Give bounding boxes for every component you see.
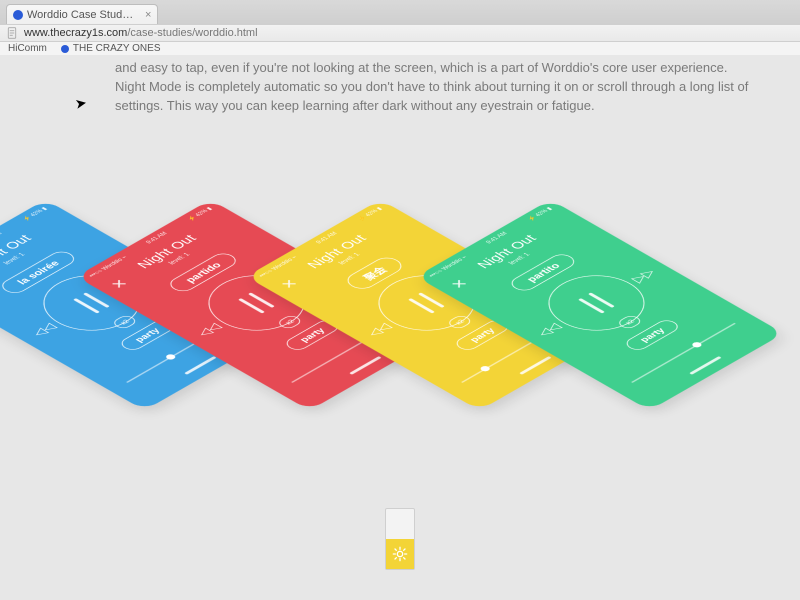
home-indicator [519,356,552,375]
slider-knob[interactable] [165,353,178,360]
bookmark-label: THE CRAZY ONES [73,43,161,54]
home-indicator [349,356,382,375]
browser-chrome: Worddio Case Study – The × www.thecrazy1… [0,0,800,55]
tab-bar: Worddio Case Study – The × [0,0,800,24]
page-content: ➤ and easy to tap, even if you're not lo… [0,55,800,600]
tab-title: Worddio Case Study – The [27,9,137,21]
pause-icon [578,292,615,313]
slider-knob[interactable] [479,365,492,372]
toggle-night-half[interactable] [386,509,414,539]
pause-icon [408,292,445,313]
address-bar[interactable]: www.thecrazy1s.com/case-studies/worddio.… [0,24,800,42]
browser-tab[interactable]: Worddio Case Study – The × [6,4,158,24]
page-icon [6,27,18,39]
url-text: www.thecrazy1s.com/case-studies/worddio.… [24,27,258,39]
prev-icon[interactable]: ◁◁ [29,321,61,339]
next-icon[interactable]: ▷▷ [628,267,660,285]
bookmark-label: HiComm [8,43,47,54]
isometric-stage: •••○○ Worddio ⌁ 9:41 AM ⚡ 42% ▮ ✕ Night … [0,140,800,480]
status-time: 9:41 AM [315,231,339,245]
prev-icon[interactable]: ◁◁ [534,321,566,339]
pause-icon [238,292,275,313]
url-path: /case-studies/worddio.html [127,27,257,39]
home-indicator [689,356,722,375]
status-time: 9:41 AM [485,231,509,245]
tab-close-icon[interactable]: × [145,9,151,21]
prev-icon[interactable]: ◁◁ [194,321,226,339]
toggle-day-half[interactable] [386,539,414,569]
status-time: 9:41 AM [145,231,169,245]
day-night-toggle[interactable] [385,508,415,570]
body-copy: and easy to tap, even if you're not look… [115,59,760,116]
favicon-icon [13,10,23,20]
bookmarks-bar: HiComm THE CRAZY ONES [0,42,800,56]
bookmark-thecrazyones[interactable]: THE CRAZY ONES [61,43,161,54]
prev-icon[interactable]: ◁◁ [364,321,396,339]
home-indicator [184,356,217,375]
mouse-cursor-icon: ➤ [74,94,89,113]
pause-icon [73,292,110,313]
bookmark-hicomm[interactable]: HiComm [8,43,47,54]
url-host: www.thecrazy1s.com [24,27,127,39]
bookmark-favicon-icon [61,45,69,53]
sun-icon [392,546,408,562]
slider-knob[interactable] [690,341,703,348]
